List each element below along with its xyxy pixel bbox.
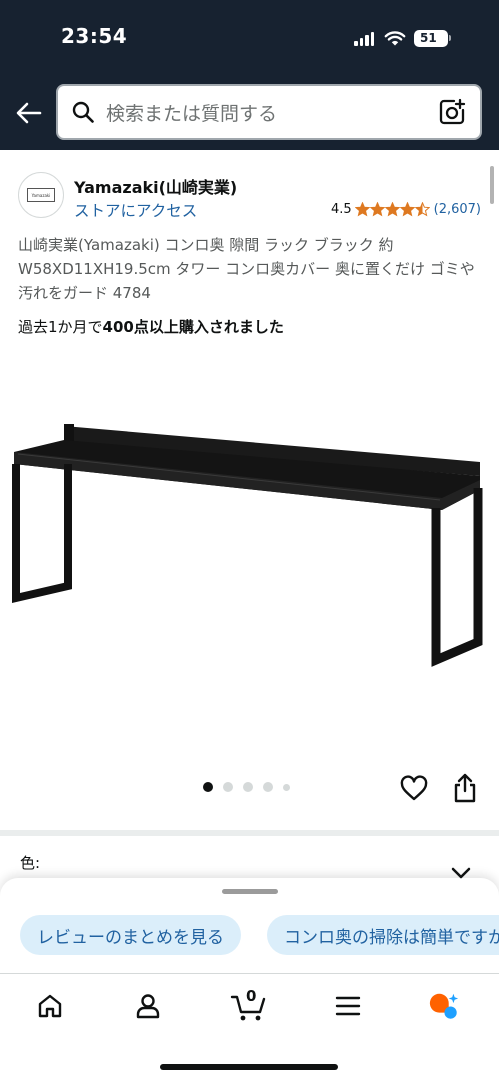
star-icon: [369, 202, 385, 217]
review-summary-chip[interactable]: レビューのまとめを見る: [20, 915, 241, 955]
star-icon: [414, 202, 430, 217]
star-icon: [354, 202, 370, 217]
brand-logo-text: Yamazaki: [31, 192, 51, 198]
star-icon: [384, 202, 400, 217]
app-header: 23:54 51 検索または質問する: [0, 0, 499, 150]
home-icon: [38, 994, 62, 1018]
search-input[interactable]: 検索または質問する: [56, 84, 482, 140]
carousel-dot[interactable]: [243, 782, 253, 792]
home-indicator[interactable]: [160, 1064, 338, 1070]
star-icon: [399, 202, 415, 217]
question-chip[interactable]: コンロ奥の掃除は簡単ですか: [267, 915, 499, 955]
carousel-dot[interactable]: [223, 782, 233, 792]
heart-icon[interactable]: [400, 775, 428, 803]
brand-name: Yamazaki(山崎実業): [74, 178, 238, 197]
visit-store-link[interactable]: ストアにアクセス: [74, 199, 197, 221]
search-placeholder: 検索または質問する: [106, 102, 278, 125]
scrollbar[interactable]: [490, 166, 494, 204]
purchase-count: 400点以上購入されました: [102, 318, 284, 336]
brand-logo-mark: Yamazaki: [27, 188, 55, 202]
nav-cart[interactable]: 0: [230, 987, 268, 1022]
product-title: 山崎実業(Yamazaki) コンロ奥 隙間 ラック ブラック 約W58XD11…: [18, 236, 475, 302]
rating-stars: [354, 202, 430, 217]
section-divider: [0, 830, 499, 836]
nav-rufus[interactable]: [428, 990, 460, 1022]
carousel-dots[interactable]: [203, 782, 290, 792]
person-icon: [136, 994, 160, 1019]
brand-logo[interactable]: Yamazaki: [18, 172, 64, 218]
camera-icon[interactable]: [438, 98, 466, 126]
status-time: 23:54: [61, 24, 128, 48]
battery-nub: [449, 35, 451, 41]
purchase-prefix: 過去1か月で: [18, 318, 103, 336]
battery-level: 51: [420, 31, 437, 45]
chevron-down-icon[interactable]: [450, 866, 472, 880]
battery-icon: 51: [414, 29, 448, 47]
purchase-count-note: 過去1か月で400点以上購入されました: [18, 316, 284, 337]
hamburger-icon: [335, 996, 361, 1016]
product-image[interactable]: [10, 418, 490, 668]
carousel-dot[interactable]: [283, 783, 290, 791]
bottom-nav: 0: [0, 974, 499, 1044]
rufus-assistant-icon: [429, 993, 459, 1019]
rating-summary[interactable]: 4.5 (2,607): [331, 202, 481, 217]
color-variation-label: 色:: [20, 854, 41, 872]
cellular-signal-icon: [354, 31, 374, 46]
carousel-dot[interactable]: [203, 782, 213, 792]
nav-account[interactable]: [132, 990, 164, 1022]
status-icons: 51: [354, 27, 451, 49]
cart-count: 0: [246, 987, 257, 1005]
wifi-icon: [384, 31, 406, 46]
nav-menu[interactable]: [332, 990, 364, 1022]
rating-count[interactable]: (2,607): [434, 202, 481, 217]
sheet-drag-handle[interactable]: [222, 889, 278, 894]
arrow-left-icon[interactable]: [14, 98, 44, 128]
bottom-sheet: レビューのまとめを見る コンロ奥の掃除は簡単ですか 0: [0, 878, 499, 1080]
search-icon: [72, 101, 94, 123]
nav-home[interactable]: [34, 990, 66, 1022]
carousel-dot[interactable]: [263, 782, 273, 792]
share-icon[interactable]: [452, 773, 478, 803]
rating-value: 4.5: [330, 202, 352, 217]
